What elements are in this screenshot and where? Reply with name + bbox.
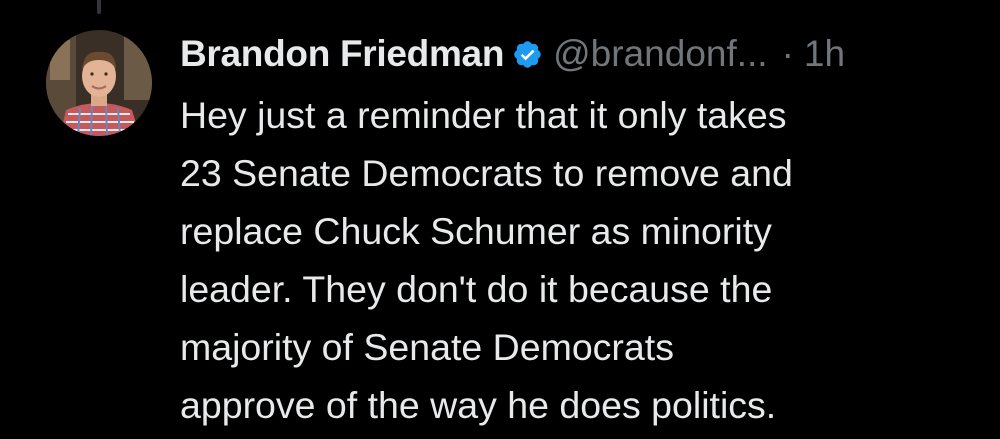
avatar[interactable] <box>46 30 152 136</box>
tweet-text-line: leader. They don't do it because the <box>180 268 773 310</box>
avatar-photo <box>46 30 152 136</box>
tweet-text-line: majority of Senate Democrats <box>180 326 674 368</box>
tweet-text: Hey just a reminder that it only takes 2… <box>180 86 980 434</box>
tweet-header: Brandon Friedman @brandonf... · 1h <box>180 26 980 82</box>
timestamp[interactable]: 1h <box>804 33 845 75</box>
tweet[interactable]: Brandon Friedman @brandonf... · 1h Hey j… <box>180 26 980 434</box>
author-name[interactable]: Brandon Friedman <box>180 33 504 75</box>
tweet-text-line: 23 Senate Democrats to remove and <box>180 152 793 194</box>
tweet-text-line: approve of the way he does politics. <box>180 384 777 426</box>
tweet-text-line: Hey just a reminder that it only takes <box>180 94 787 136</box>
separator-dot: · <box>781 33 794 74</box>
verified-badge-icon <box>512 39 543 70</box>
thread-connector-line <box>97 0 101 14</box>
author-handle[interactable]: @brandonf... <box>553 33 767 75</box>
tweet-text-line: replace Chuck Schumer as minority <box>180 210 772 252</box>
